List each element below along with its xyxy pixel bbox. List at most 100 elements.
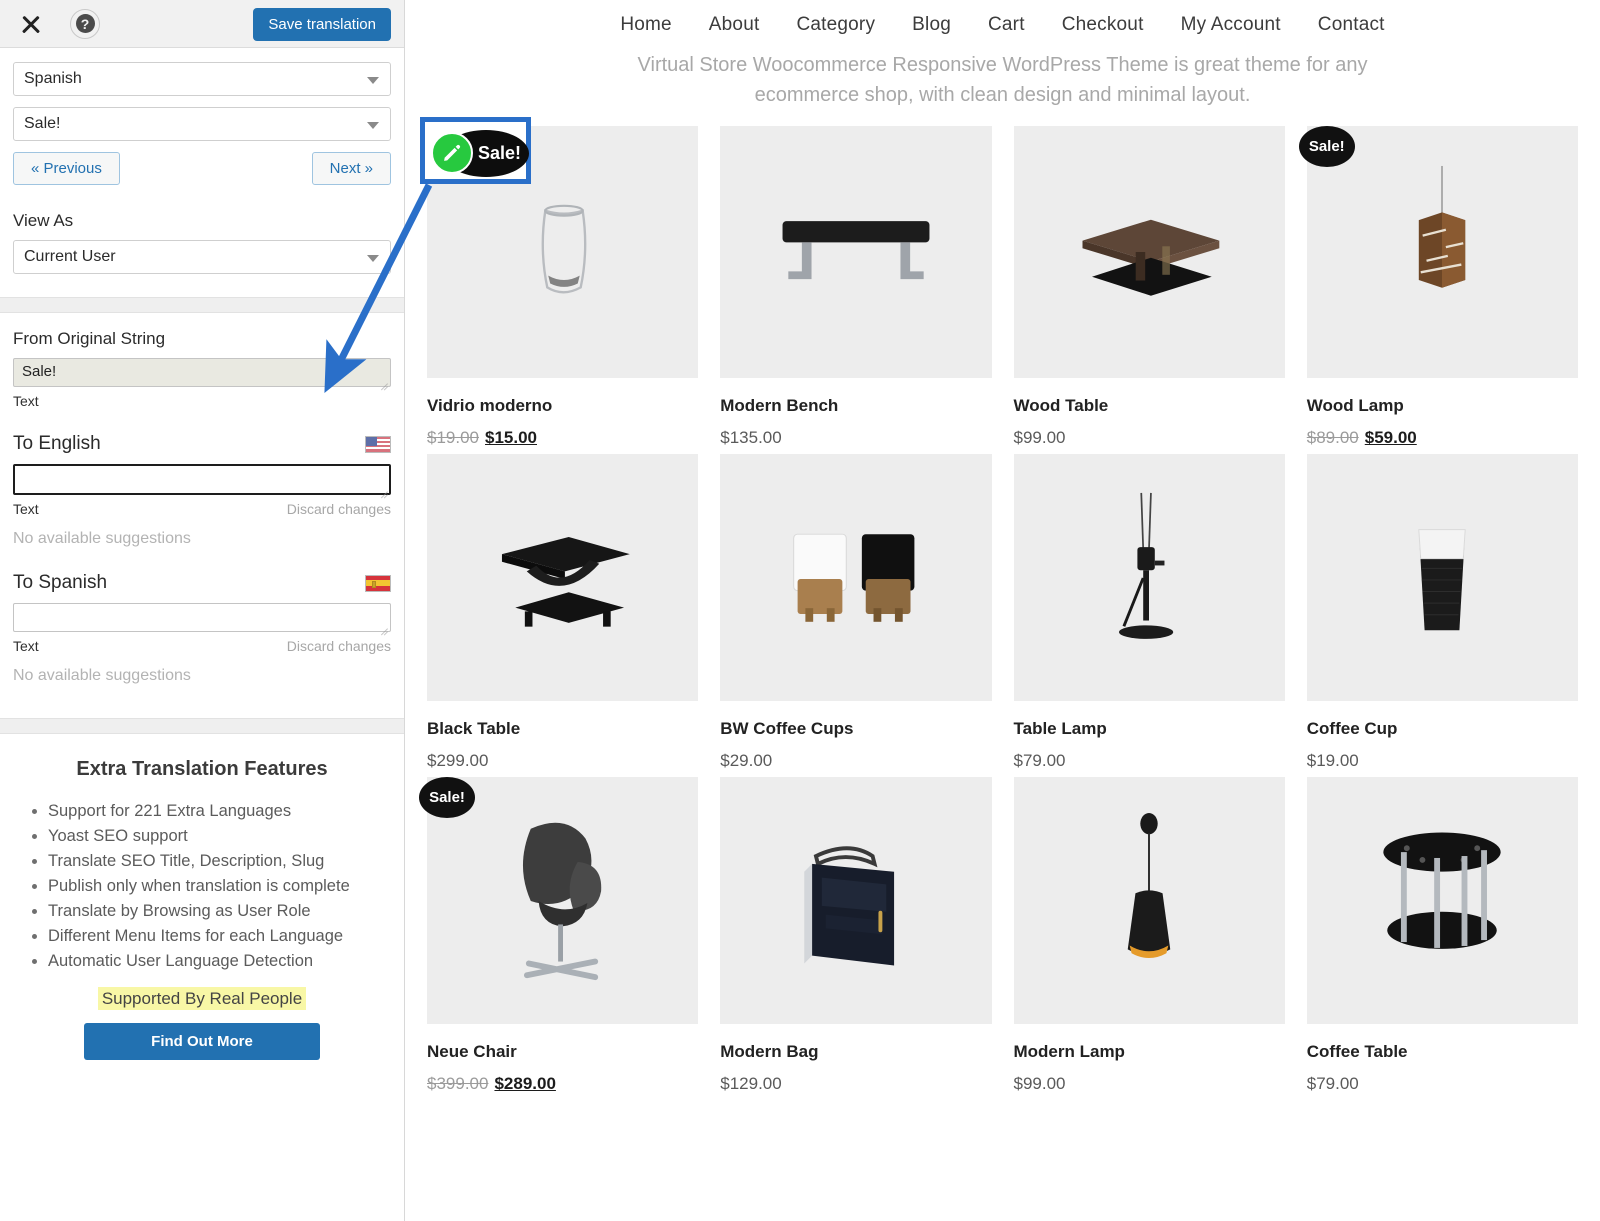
product-image[interactable] — [1013, 454, 1285, 701]
product-name[interactable]: Wood Lamp — [1307, 396, 1578, 416]
product-card[interactable]: Sale! Neue Chair $399.00 $289.00 — [419, 777, 699, 1094]
site-navigation: Home About Category Blog Cart Checkout My Acco… — [405, 0, 1600, 36]
sale-badge[interactable]: Sale! — [431, 130, 529, 177]
product-card[interactable]: Modern Bag $129.00 — [720, 777, 992, 1094]
product-image[interactable] — [720, 454, 992, 701]
to-english-type-label: Text — [13, 501, 39, 517]
promo-feature-item: Publish only when translation is complet… — [48, 874, 382, 899]
find-out-more-button[interactable]: Find Out More — [84, 1022, 320, 1060]
supported-by-note: Supported By Real People — [22, 986, 382, 1010]
next-button[interactable]: Next » — [311, 152, 391, 185]
product-image[interactable] — [427, 777, 699, 1024]
to-english-header: To English — [13, 433, 391, 455]
product-name[interactable]: Modern Bag — [720, 1042, 991, 1062]
product-old-price: $19.00 — [427, 428, 479, 447]
product-card[interactable]: Coffee Table $79.00 — [1306, 777, 1578, 1094]
flag-us-icon — [365, 435, 391, 453]
product-card[interactable]: Modern Lamp $99.00 — [1013, 777, 1285, 1094]
original-type-label: Text — [13, 393, 39, 409]
product-image[interactable] — [720, 777, 992, 1024]
product-card[interactable]: Table Lamp $79.00 — [1013, 454, 1285, 771]
to-english-discard-link[interactable]: Discard changes — [287, 501, 391, 517]
store-tagline: Virtual Store Woocommerce Responsive Wor… — [637, 54, 1368, 106]
previous-button[interactable]: « Previous — [13, 152, 120, 185]
language-select-value: Spanish — [24, 70, 82, 87]
product-image[interactable] — [720, 126, 992, 378]
language-select[interactable]: Spanish — [13, 62, 391, 96]
product-image[interactable] — [1013, 777, 1285, 1024]
store-preview: Home About Category Blog Cart Checkout My Acco… — [405, 0, 1600, 1221]
product-image[interactable] — [1306, 454, 1578, 701]
view-as-select[interactable]: Current User — [13, 240, 391, 274]
promo-feature-item: Automatic User Language Detection — [48, 949, 382, 974]
product-card[interactable]: Wood Table $99.00 — [1013, 126, 1285, 448]
product-image[interactable] — [1306, 777, 1578, 1024]
product-card[interactable]: Sale! Wood Lamp $89.00 $59.00 — [1298, 126, 1578, 448]
sale-badge-highlight-box: Sale! — [420, 117, 531, 184]
product-price: $19.00 — [1307, 751, 1578, 771]
section-divider — [0, 297, 404, 313]
product-name[interactable]: Coffee Table — [1307, 1042, 1578, 1062]
product-name[interactable]: Wood Table — [1014, 396, 1285, 416]
sale-badge[interactable]: Sale! — [1298, 126, 1355, 167]
string-select[interactable]: Sale! — [13, 107, 391, 141]
to-spanish-textarea[interactable] — [13, 603, 391, 632]
product-image[interactable] — [1013, 126, 1285, 378]
close-icon[interactable] — [18, 11, 44, 37]
product-sale-price: $15.00 — [485, 428, 537, 447]
nav-link-my-account[interactable]: My Account — [1181, 14, 1281, 36]
string-select-value: Sale! — [24, 115, 61, 132]
nav-link-home[interactable]: Home — [620, 14, 671, 36]
to-spanish-discard-link[interactable]: Discard changes — [287, 638, 391, 654]
sale-badge[interactable]: Sale! — [419, 777, 475, 818]
product-grid: Vidrio moderno $19.00 $15.00 Modern Bench $1… — [405, 110, 1600, 1094]
product-name[interactable]: Modern Bench — [720, 396, 991, 416]
nav-link-cart[interactable]: Cart — [988, 14, 1025, 36]
chevron-down-icon — [367, 122, 379, 129]
flag-es-icon — [365, 574, 391, 592]
product-regular-price: $99.00 — [1013, 1074, 1066, 1093]
product-card[interactable]: Black Table $299.00 — [427, 454, 699, 771]
product-price: $129.00 — [720, 1074, 991, 1094]
product-name[interactable]: Modern Lamp — [1014, 1042, 1285, 1062]
product-image[interactable] — [427, 454, 699, 701]
nav-link-contact[interactable]: Contact — [1318, 14, 1385, 36]
nav-link-category[interactable]: Category — [796, 14, 875, 36]
product-price: $89.00 $59.00 — [1307, 428, 1578, 448]
to-english-suggestions: No available suggestions — [13, 530, 191, 547]
product-name[interactable]: Table Lamp — [1014, 719, 1285, 739]
product-price: $79.00 — [1307, 1074, 1578, 1094]
product-name[interactable]: BW Coffee Cups — [720, 719, 991, 739]
nav-link-blog[interactable]: Blog — [912, 14, 951, 36]
promo-feature-item: Yoast SEO support — [48, 824, 382, 849]
original-string-wrap: Sale! — [13, 358, 391, 391]
app-root: ? Save translation Spanish Sale! « Previ… — [0, 0, 1600, 1221]
original-string-textarea[interactable]: Sale! — [13, 358, 391, 387]
product-image[interactable] — [1306, 126, 1578, 378]
product-card[interactable]: Coffee Cup $19.00 — [1306, 454, 1578, 771]
help-icon[interactable]: ? — [70, 8, 100, 39]
product-name[interactable]: Black Table — [427, 719, 698, 739]
product-regular-price: $79.00 — [1013, 751, 1066, 770]
sale-badge-label: Sale! — [477, 143, 521, 163]
pencil-edit-icon[interactable] — [431, 132, 473, 174]
save-translation-button[interactable]: Save translation — [253, 8, 391, 41]
nav-link-about[interactable]: About — [709, 14, 760, 36]
promo-feature-item: Support for 221 Extra Languages — [48, 799, 382, 824]
product-name[interactable]: Vidrio moderno — [427, 396, 698, 416]
to-english-textarea[interactable] — [13, 464, 391, 495]
nav-link-checkout[interactable]: Checkout — [1062, 14, 1144, 36]
to-spanish-type-label: Text — [13, 638, 39, 654]
product-sale-price: $59.00 — [1364, 428, 1417, 447]
product-card[interactable]: BW Coffee Cups $29.00 — [720, 454, 992, 771]
view-as-select-value: Current User — [24, 248, 116, 265]
to-english-meta-row: Text Discard changes — [13, 501, 391, 517]
supported-by-highlight: Supported By Real People — [97, 986, 307, 1010]
product-name[interactable]: Coffee Cup — [1307, 719, 1578, 739]
pagination-row: « Previous Next » — [13, 152, 391, 185]
product-card[interactable]: Modern Bench $135.00 — [720, 126, 992, 448]
product-regular-price: $299.00 — [427, 751, 489, 770]
product-name[interactable]: Neue Chair — [427, 1042, 698, 1062]
product-regular-price: $79.00 — [1306, 1074, 1359, 1093]
product-old-price: $89.00 — [1306, 428, 1359, 447]
